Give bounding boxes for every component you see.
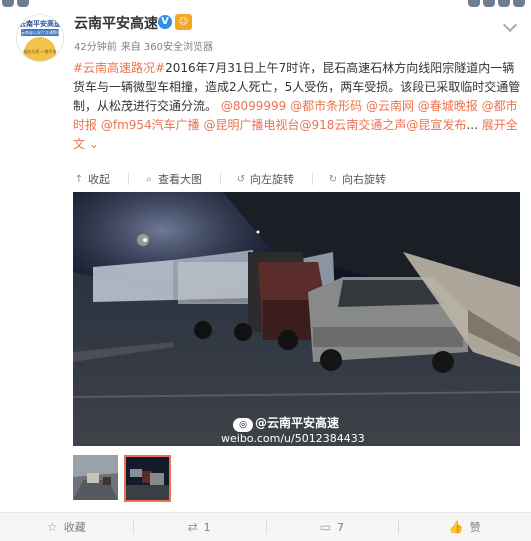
post-meta: 42分钟前 来自 360安全浏览器 bbox=[74, 38, 217, 53]
like-button[interactable]: 👍 赞 bbox=[398, 513, 531, 541]
post-link[interactable]: #云南高速路况# bbox=[73, 61, 165, 75]
favorite-button[interactable]: ☆ 收藏 bbox=[0, 513, 133, 541]
media-toolbar: ↑ 收起 ⌕ 查看大图 ↺ 向左旋转 ↻ 向右旋转 bbox=[73, 168, 521, 190]
thumbnail-1[interactable] bbox=[73, 455, 118, 500]
post-link[interactable]: @云南网 bbox=[366, 99, 414, 113]
top-strip bbox=[0, 0, 531, 8]
weibo-logo-icon: ◎ bbox=[233, 418, 253, 432]
post-text: #云南高速路况#2016年7月31日上午7时许，昆石高速石林方向线阳宗隧道内一辆… bbox=[73, 59, 521, 154]
game-icon-left bbox=[2, 0, 29, 8]
verified-icon: V bbox=[158, 15, 172, 29]
username[interactable]: 云南平安高速 bbox=[74, 13, 158, 33]
rotate-left-icon: ↺ bbox=[236, 173, 246, 185]
post-link[interactable]: @918云南交通之声 bbox=[300, 118, 407, 132]
post-time[interactable]: 42分钟前 bbox=[74, 42, 117, 53]
comment-count: 7 bbox=[337, 520, 345, 534]
collapse-button[interactable]: ↑ 收起 bbox=[73, 171, 110, 187]
view-large-button[interactable]: ⌕ 查看大图 bbox=[143, 171, 202, 187]
post-link[interactable]: ⌄ bbox=[89, 137, 99, 151]
game-icon-right bbox=[468, 0, 525, 8]
watermark-url: weibo.com/u/5012384433 bbox=[221, 432, 365, 445]
collapse-label: 收起 bbox=[88, 173, 110, 186]
medal-icon: ☺ bbox=[175, 14, 192, 30]
avatar-title: 云南平安高速 bbox=[19, 20, 61, 28]
collapse-icon: ↑ bbox=[74, 173, 84, 185]
search-icon: ⌕ bbox=[146, 173, 152, 185]
rotate-left-label: 向左旋转 bbox=[250, 173, 294, 186]
action-bar: ☆ 收藏 ⇄ 1 ▭ 7 👍 赞 bbox=[0, 512, 531, 541]
rotate-right-button[interactable]: ↻ 向右旋转 bbox=[327, 171, 386, 187]
avatar[interactable]: 云南平安高速 云南省公安厅交通警察总队 服务与您 一路平安 bbox=[16, 14, 64, 62]
post-link[interactable]: @都市条形码 bbox=[290, 99, 362, 113]
comment-button[interactable]: ▭ 7 bbox=[265, 513, 399, 541]
view-large-label: 查看大图 bbox=[158, 173, 202, 186]
repost-icon: ⇄ bbox=[187, 520, 198, 534]
repost-button[interactable]: ⇄ 1 bbox=[132, 513, 266, 541]
post-link[interactable]: @8099999 bbox=[221, 99, 286, 113]
avatar-subtitle: 云南省公安厅交通警察总队 bbox=[21, 29, 59, 36]
post-text-segment: ... bbox=[466, 118, 482, 132]
post-source: 来自 360安全浏览器 bbox=[120, 42, 213, 53]
rotate-left-button[interactable]: ↺ 向左旋转 bbox=[235, 171, 294, 187]
comment-icon: ▭ bbox=[319, 520, 332, 534]
rotate-right-label: 向右旋转 bbox=[342, 173, 386, 186]
rotate-right-icon: ↻ bbox=[328, 173, 338, 185]
repost-count: 1 bbox=[203, 520, 211, 534]
post-image[interactable]: ◎ @云南平安高速 weibo.com/u/5012384433 bbox=[73, 192, 520, 446]
thumbs-up-icon: 👍 bbox=[448, 520, 464, 534]
like-label: 赞 bbox=[469, 521, 481, 534]
favorite-label: 收藏 bbox=[63, 521, 86, 534]
thumbnail-2[interactable] bbox=[124, 455, 171, 502]
post-link[interactable]: @fm954汽车广播 bbox=[101, 118, 200, 132]
chevron-down-icon[interactable] bbox=[502, 17, 518, 33]
star-icon: ☆ bbox=[46, 520, 58, 534]
post-link[interactable]: @春城晚报 bbox=[418, 99, 478, 113]
post-link[interactable]: @昆明广播电视台 bbox=[204, 118, 300, 132]
watermark-handle: @云南平安高速 bbox=[255, 416, 340, 430]
post-link[interactable]: @昆宣发布 bbox=[406, 118, 466, 132]
thumbnail-strip bbox=[73, 455, 171, 502]
avatar-slogan: 服务与您 一路平安 bbox=[23, 49, 57, 54]
